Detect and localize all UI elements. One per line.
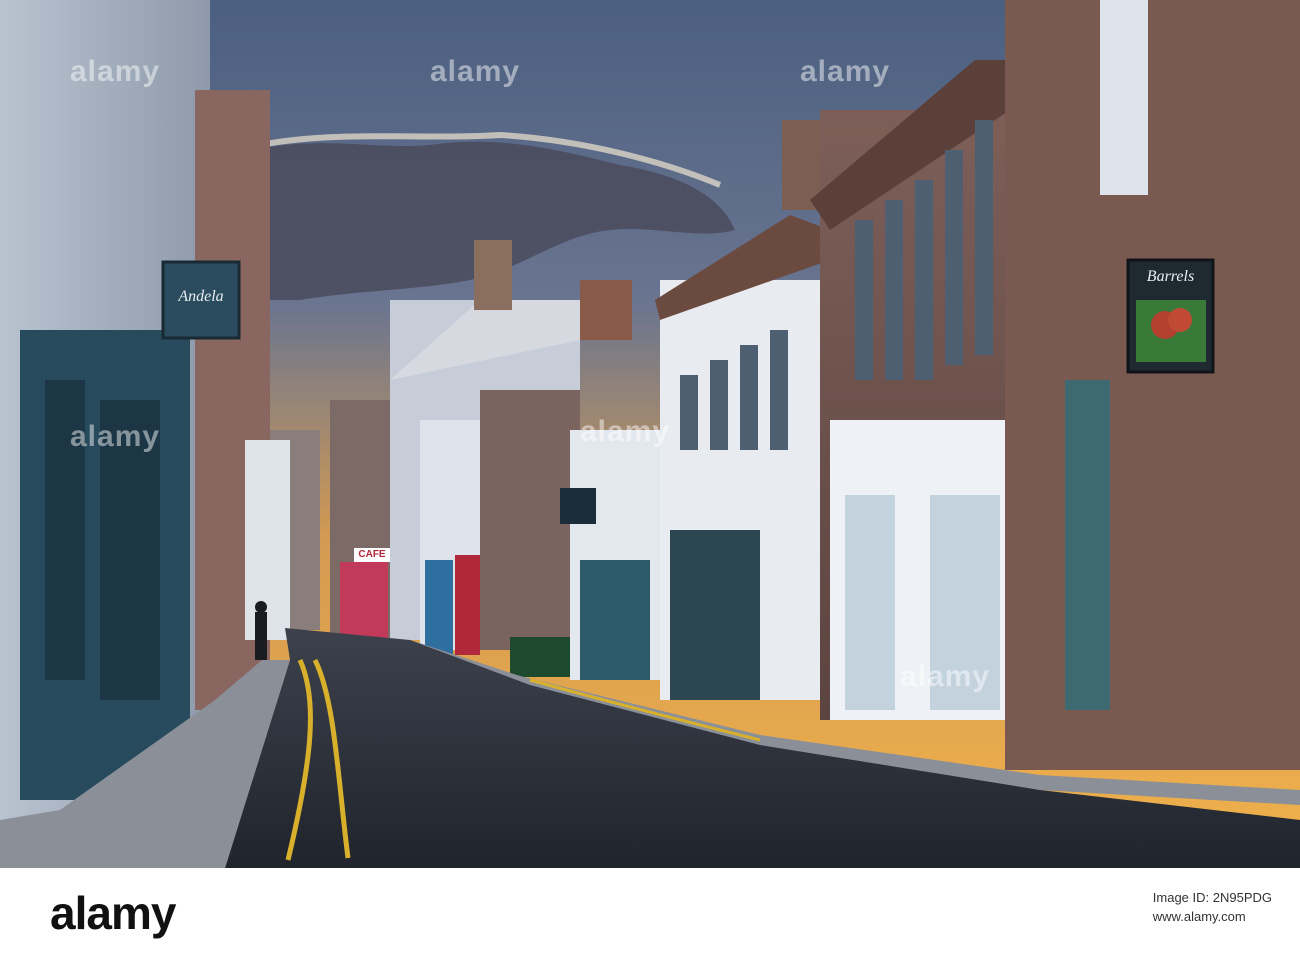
alamy-logo[interactable]: alamy	[50, 886, 176, 940]
corner-building	[1005, 0, 1300, 770]
street-scene-illustration	[0, 0, 1300, 868]
right-sign-text: Barrels	[1146, 268, 1195, 285]
left-sign-text: Andela	[178, 288, 224, 305]
pedestrian	[255, 612, 267, 660]
small-hanging-sign	[560, 488, 596, 524]
image-id-label: Image ID: 2N95PDG	[1152, 890, 1272, 905]
pink-shopfront	[340, 562, 388, 640]
cafe-sign-text: CAFE	[358, 549, 386, 560]
footer-bar: alamy Image ID: 2N95PDG www.alamy.com	[0, 868, 1300, 957]
website-link[interactable]: www.alamy.com	[1153, 909, 1272, 924]
street-photo: Andela CAFE Barrels alamy alamy alamy al…	[0, 0, 1300, 868]
image-meta: Image ID: 2N95PDG www.alamy.com	[1153, 890, 1272, 924]
